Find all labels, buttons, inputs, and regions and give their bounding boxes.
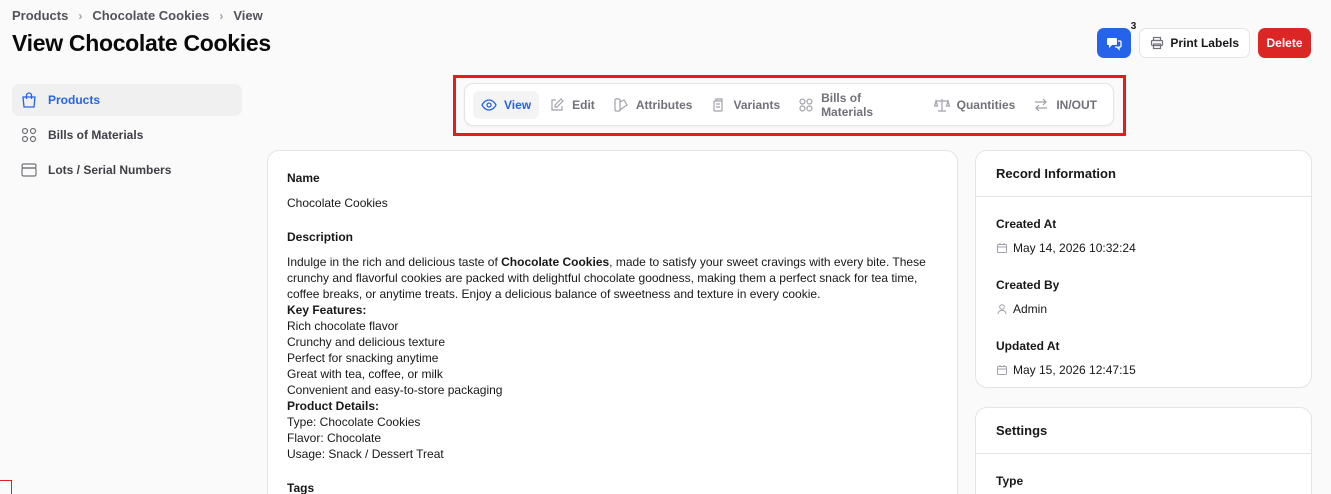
breadcrumb-current: View: [233, 8, 263, 23]
name-label: Name: [287, 171, 320, 185]
calendar-icon: [997, 243, 1007, 253]
swatch-icon: [614, 97, 628, 112]
description-product-name: Chocolate Cookies: [501, 255, 610, 269]
record-information-card: Record Information Created At May 14, 20…: [975, 150, 1312, 388]
product-detail-item: Type: Chocolate Cookies: [287, 415, 421, 429]
type-label: Type: [996, 474, 1024, 488]
created-by-label: Created By: [996, 278, 1060, 292]
breadcrumb-product[interactable]: Chocolate Cookies: [92, 8, 209, 23]
settings-title: Settings: [976, 408, 1311, 454]
pencil-square-icon: [551, 97, 564, 111]
user-icon: [997, 304, 1007, 315]
description-label: Description: [287, 230, 354, 244]
notification-badge: 3: [1130, 21, 1137, 32]
eye-icon: [481, 98, 497, 111]
grid-icon: [799, 97, 813, 112]
sidebar-item-label: Lots / Serial Numbers: [48, 163, 172, 177]
chevron-right-icon: ›: [78, 8, 83, 23]
scale-icon: [933, 98, 950, 112]
print-labels-label: Print Labels: [1170, 36, 1239, 50]
breadcrumb-products[interactable]: Products: [12, 8, 68, 23]
grid-icon: [21, 127, 37, 143]
tab-label: Bills of Materials: [821, 90, 874, 119]
product-details-heading: Product Details:: [287, 399, 380, 413]
tab-label: View: [504, 97, 532, 112]
created-by-text: Admin: [1013, 302, 1048, 316]
key-feature-item: Great with tea, coffee, or milk: [287, 367, 443, 381]
chat-bubbles-icon: [1107, 38, 1122, 51]
calendar-icon: [997, 365, 1007, 375]
key-feature-item: Perfect for snacking anytime: [287, 351, 439, 365]
sidebar-item-label: Bills of Materials: [48, 128, 144, 142]
updated-at-text: May 15, 2026 12:47:15: [1013, 363, 1136, 377]
created-at-value: May 14, 2026 10:32:24: [996, 241, 1291, 255]
tab-view[interactable]: View: [473, 90, 540, 119]
tab-variants[interactable]: Variants: [702, 91, 788, 119]
sidebar-item-products[interactable]: Products: [12, 84, 242, 116]
created-at-text: May 14, 2026 10:32:24: [1013, 241, 1136, 255]
copy-icon: [713, 97, 724, 112]
printer-icon: [1151, 36, 1164, 50]
tab-label: Attributes: [635, 97, 693, 112]
updated-at-label: Updated At: [996, 339, 1060, 353]
arrows-right-left-icon: [1035, 98, 1048, 111]
delete-button[interactable]: Delete: [1258, 28, 1311, 58]
description-value: Indulge in the rich and delicious taste …: [287, 254, 938, 462]
product-detail-item: Usage: Snack / Dessert Treat: [287, 447, 444, 461]
updated-at-value: May 15, 2026 12:47:15: [996, 363, 1291, 377]
tab-in-out[interactable]: IN/OUT: [1025, 91, 1105, 119]
product-details-card: Name Chocolate Cookies Description Indul…: [267, 150, 958, 494]
key-features-heading: Key Features:: [287, 303, 367, 317]
tags-label: Tags: [287, 481, 315, 494]
name-value: Chocolate Cookies: [287, 196, 388, 210]
key-feature-item: Crunchy and delicious texture: [287, 335, 446, 349]
tab-label: Variants: [733, 97, 781, 112]
corner-indicator: [0, 480, 12, 494]
breadcrumb: Products › Chocolate Cookies › View: [12, 8, 263, 23]
created-by-value: Admin: [996, 302, 1291, 316]
description-intro: Indulge in the rich and delicious taste …: [287, 255, 502, 269]
tab-label: IN/OUT: [1056, 97, 1097, 112]
tab-attributes[interactable]: Attributes: [605, 91, 701, 119]
page-title: View Chocolate Cookies: [12, 30, 271, 56]
sidebar-item-label: Products: [48, 93, 101, 107]
comments-button[interactable]: 3: [1097, 21, 1136, 58]
key-feature-item: Rich chocolate flavor: [287, 319, 399, 333]
tab-label: Quantities: [956, 97, 1016, 112]
sidebar-item-lots-serial-numbers[interactable]: Lots / Serial Numbers: [12, 154, 242, 186]
sidebar-item-bills-of-materials[interactable]: Bills of Materials: [12, 119, 242, 151]
sidebar: Products Bills of Materials Lots / Seria…: [12, 84, 242, 186]
tab-bills-of-materials[interactable]: Bills of Materials: [790, 91, 923, 119]
tab-quantities[interactable]: Quantities: [926, 91, 1024, 119]
settings-card: Settings Type: [975, 407, 1312, 494]
header-actions: 3 Print Labels Delete: [1097, 21, 1311, 58]
record-tabs: View Edit Attributes Variants Bills of M…: [464, 83, 1114, 126]
chevron-right-icon: ›: [219, 8, 224, 23]
archive-icon: [21, 163, 37, 177]
created-at-label: Created At: [996, 217, 1057, 231]
key-feature-item: Convenient and easy-to-store packaging: [287, 383, 503, 397]
print-labels-button[interactable]: Print Labels: [1139, 28, 1250, 58]
product-detail-item: Flavor: Chocolate: [287, 431, 382, 445]
tab-edit[interactable]: Edit: [541, 91, 603, 119]
tab-label: Edit: [572, 97, 595, 112]
shopping-bag-icon: [22, 92, 36, 108]
record-information-title: Record Information: [976, 151, 1311, 197]
